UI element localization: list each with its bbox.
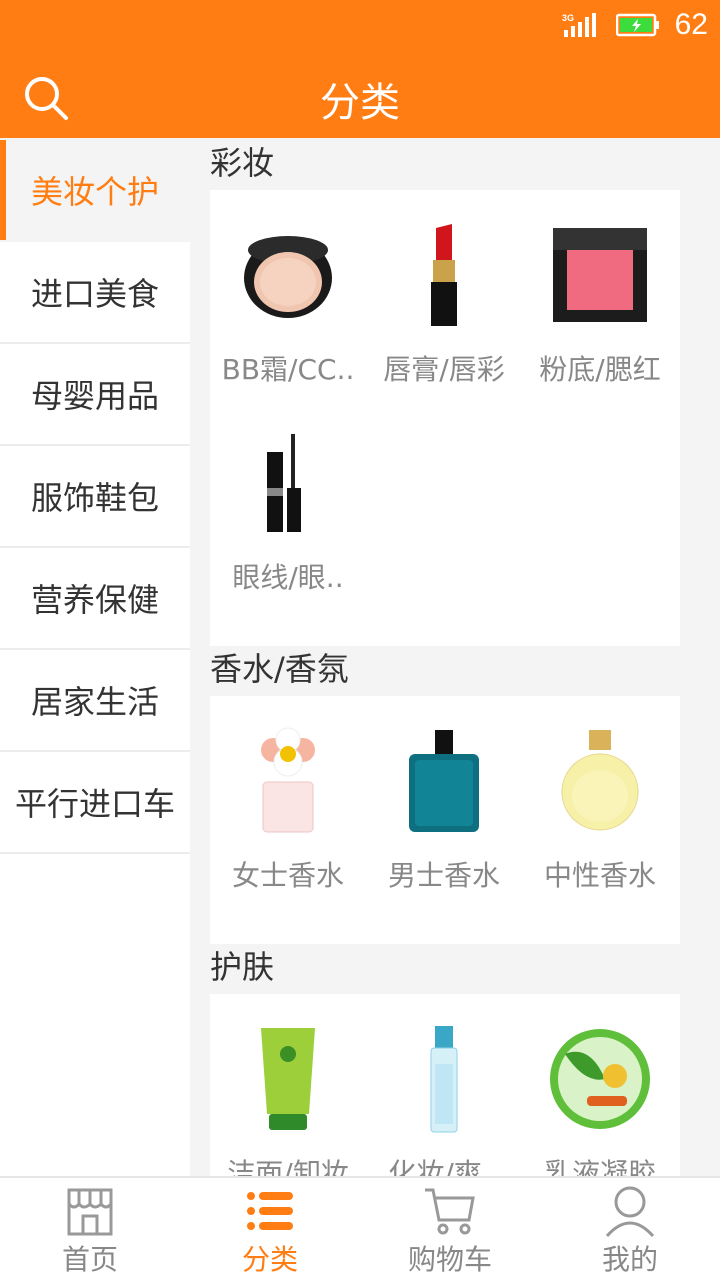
section-title-makeup: 彩妆 xyxy=(210,144,275,182)
cushion-compact-icon xyxy=(244,236,332,318)
cleanser-tube-icon xyxy=(261,1028,315,1130)
blush-palette-icon xyxy=(553,228,647,322)
womens-perfume-icon xyxy=(261,727,315,833)
sidebar-item-label: 居家生活 xyxy=(30,683,159,721)
product-name: 女士香水 xyxy=(231,859,344,892)
signal-3g-icon: 3G xyxy=(562,13,596,37)
cart-icon xyxy=(425,1188,475,1235)
product-name: 粉底/腮红 xyxy=(539,353,661,386)
product-tile[interactable]: 女士香水 xyxy=(210,716,366,924)
product-name: 乳液凝胶 xyxy=(543,1157,656,1176)
product-tile[interactable]: 洁面/卸妆 xyxy=(210,1014,366,1176)
mens-perfume-icon xyxy=(409,730,479,832)
product-tile[interactable]: BB霜/CC.. xyxy=(210,210,366,418)
sidebar-item-home-living[interactable]: 居家生活 xyxy=(0,650,190,752)
product-grid-makeup: BB霜/CC.. 唇膏/唇彩 粉底/腮红 眼线/眼.. xyxy=(210,190,680,646)
product-name: 唇膏/唇彩 xyxy=(383,353,505,386)
product-name: 洁面/卸妆 xyxy=(227,1157,349,1176)
tab-me[interactable]: 我的 xyxy=(540,1178,720,1280)
tab-home[interactable]: 首页 xyxy=(0,1178,180,1280)
list-icon xyxy=(247,1192,293,1230)
product-name: 眼线/眼.. xyxy=(232,561,344,594)
sidebar-item-apparel[interactable]: 服饰鞋包 xyxy=(0,446,190,548)
toner-bottle-icon xyxy=(430,1026,458,1133)
svg-text:3G: 3G xyxy=(562,13,574,23)
tab-label: 首页 xyxy=(61,1243,118,1276)
top-bar: 分类 xyxy=(0,52,720,138)
sidebar-item-label: 母婴用品 xyxy=(30,377,159,415)
tab-label: 购物车 xyxy=(407,1243,492,1276)
section-title-perfume: 香水/香氛 xyxy=(210,650,349,688)
product-tile[interactable]: 唇膏/唇彩 xyxy=(366,210,522,418)
tab-label: 分类 xyxy=(241,1243,298,1276)
sidebar-item-imported-food[interactable]: 进口美食 xyxy=(0,242,190,344)
section-title-skincare: 护肤 xyxy=(210,948,275,986)
sidebar-item-label: 服饰鞋包 xyxy=(30,479,159,517)
status-bar: 3G 62 xyxy=(0,0,720,52)
product-tile[interactable]: 中性香水 xyxy=(522,716,678,924)
product-tile[interactable]: 化妆/爽.. xyxy=(366,1014,522,1176)
sidebar-item-label: 进口美食 xyxy=(30,275,159,313)
sidebar-item-beauty[interactable]: 美妆个护 xyxy=(0,140,190,242)
unisex-perfume-icon xyxy=(561,730,639,831)
product-name: 中性香水 xyxy=(543,859,656,892)
product-name: BB霜/CC.. xyxy=(221,353,355,386)
product-grid-perfume: 女士香水 男士香水 中性香水 xyxy=(210,696,680,944)
sidebar-item-label: 平行进口车 xyxy=(14,785,175,823)
battery-icon xyxy=(616,13,659,37)
tab-category[interactable]: 分类 xyxy=(180,1178,360,1280)
bottom-tab-bar: 首页 分类 购物车 我的 xyxy=(0,1176,720,1280)
product-tile[interactable]: 眼线/眼.. xyxy=(210,418,366,626)
lipstick-icon xyxy=(431,224,457,326)
product-tile[interactable]: 男士香水 xyxy=(366,716,522,924)
mascara-icon xyxy=(267,434,301,532)
aloe-gel-jar-icon xyxy=(550,1029,650,1129)
sidebar-item-imported-cars[interactable]: 平行进口车 xyxy=(0,752,190,854)
product-tile[interactable]: 乳液凝胶 xyxy=(522,1014,678,1176)
battery-percent: 62 xyxy=(674,8,708,41)
product-name: 化妆/爽.. xyxy=(388,1157,500,1176)
sidebar-item-nutrition[interactable]: 营养保健 xyxy=(0,548,190,650)
category-sidebar: 美妆个护 进口美食 母婴用品 服饰鞋包 营养保健 居家生活 平行进口车 xyxy=(0,140,190,1176)
product-grid-skincare: 洁面/卸妆 化妆/爽.. 乳液凝胶 xyxy=(210,994,680,1176)
user-icon xyxy=(605,1186,655,1238)
sidebar-item-mother-baby[interactable]: 母婴用品 xyxy=(0,344,190,446)
page-title: 分类 xyxy=(320,80,400,126)
sidebar-item-label: 营养保健 xyxy=(30,581,159,619)
tab-cart[interactable]: 购物车 xyxy=(360,1178,540,1280)
storefront-icon xyxy=(67,1188,113,1236)
tab-label: 我的 xyxy=(601,1243,658,1276)
sidebar-item-label: 美妆个护 xyxy=(30,173,159,211)
product-name: 男士香水 xyxy=(387,859,500,892)
product-tile[interactable]: 粉底/腮红 xyxy=(522,210,678,418)
category-content: 彩妆 BB霜/CC.. 唇膏/唇彩 粉底/腮红 眼线/眼.. 香水/香氛 女士香… xyxy=(190,140,720,1176)
